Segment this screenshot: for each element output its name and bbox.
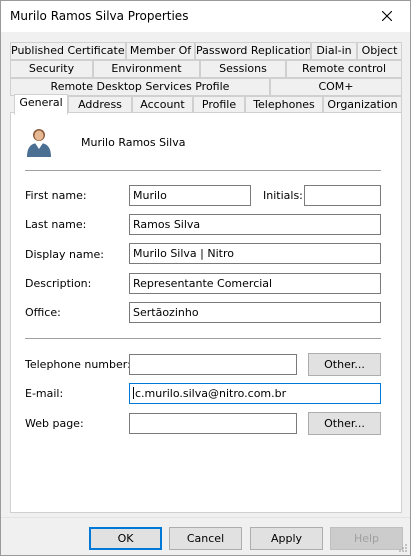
tab-com-plus[interactable]: COM+ — [270, 78, 402, 96]
footer-divider — [1, 517, 410, 518]
telephone-other-button[interactable]: Other... — [308, 353, 381, 376]
web-page-field[interactable] — [129, 413, 297, 434]
email-label: E-mail: — [25, 387, 64, 400]
tab-password-replication[interactable]: Password Replication — [195, 42, 311, 60]
first-name-label: First name: — [25, 189, 87, 202]
tab-object[interactable]: Object — [357, 42, 402, 60]
separator — [25, 338, 381, 339]
properties-dialog: Murilo Ramos Silva Properties Published … — [0, 0, 411, 556]
tab-general[interactable]: General — [14, 94, 68, 115]
text-cursor — [133, 387, 134, 399]
display-name-label: Display name: — [25, 248, 104, 261]
cancel-button[interactable]: Cancel — [169, 527, 242, 550]
tab-environment[interactable]: Environment — [93, 60, 200, 78]
initials-label: Initials: — [263, 189, 303, 202]
telephone-field[interactable] — [129, 354, 297, 375]
close-button[interactable] — [368, 3, 406, 29]
tab-remote-control[interactable]: Remote control — [286, 60, 402, 78]
last-name-label: Last name: — [25, 218, 87, 231]
email-value: c.murilo.silva@nitro.com.br — [135, 387, 287, 400]
help-button: Help — [330, 527, 403, 550]
first-name-field[interactable]: Murilo — [129, 185, 251, 206]
initials-field[interactable] — [304, 185, 381, 206]
display-name-field[interactable]: Murilo Silva | Nitro — [129, 243, 381, 264]
tab-published-certificates[interactable]: Published Certificates — [10, 42, 126, 60]
office-label: Office: — [25, 306, 61, 319]
tab-sessions[interactable]: Sessions — [200, 60, 286, 78]
description-label: Description: — [25, 277, 92, 290]
user-icon — [25, 127, 53, 157]
resize-grip-icon[interactable] — [398, 543, 408, 553]
web-page-label: Web page: — [25, 417, 84, 430]
email-field[interactable]: c.murilo.silva@nitro.com.br — [129, 383, 381, 404]
description-field[interactable]: Representante Comercial — [129, 273, 381, 294]
tab-security[interactable]: Security — [10, 60, 93, 78]
window-title: Murilo Ramos Silva Properties — [10, 9, 189, 23]
office-field[interactable]: Sertãozinho — [129, 302, 381, 323]
telephone-label: Telephone number: — [25, 358, 131, 371]
web-page-other-button[interactable]: Other... — [308, 412, 381, 435]
tab-dial-in[interactable]: Dial-in — [311, 42, 357, 60]
apply-button[interactable]: Apply — [250, 527, 323, 550]
tab-member-of[interactable]: Member Of — [126, 42, 195, 60]
close-icon — [382, 11, 392, 21]
ok-button[interactable]: OK — [89, 527, 162, 550]
user-display-header: Murilo Ramos Silva — [81, 136, 186, 149]
last-name-field[interactable]: Ramos Silva — [129, 214, 381, 235]
title-bar: Murilo Ramos Silva Properties — [1, 1, 410, 32]
separator — [25, 170, 381, 171]
